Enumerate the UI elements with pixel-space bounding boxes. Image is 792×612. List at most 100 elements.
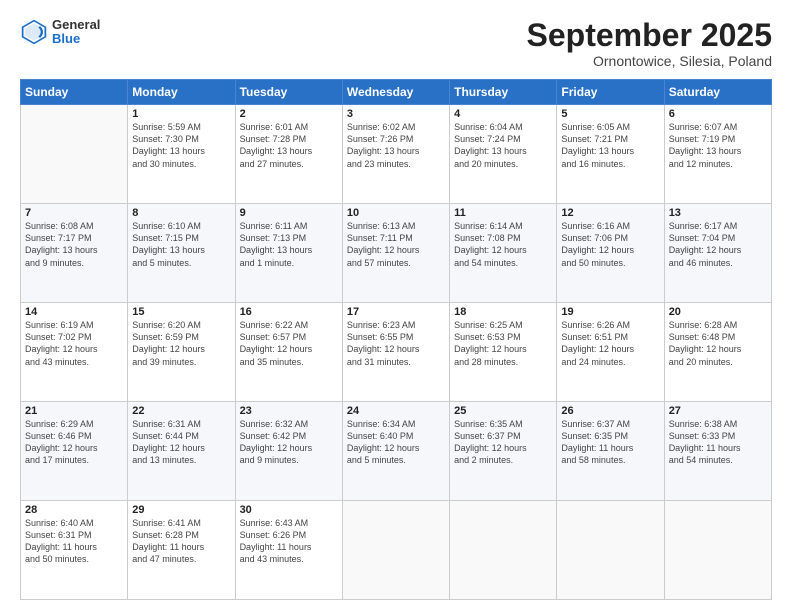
calendar-cell: 30Sunrise: 6:43 AM Sunset: 6:26 PM Dayli… <box>235 501 342 600</box>
day-info: Sunrise: 6:41 AM Sunset: 6:28 PM Dayligh… <box>132 517 230 566</box>
day-info: Sunrise: 6:14 AM Sunset: 7:08 PM Dayligh… <box>454 220 552 269</box>
day-number: 9 <box>240 207 338 219</box>
day-number: 27 <box>669 405 767 417</box>
calendar-cell: 28Sunrise: 6:40 AM Sunset: 6:31 PM Dayli… <box>21 501 128 600</box>
weekday-header: Monday <box>128 80 235 105</box>
day-info: Sunrise: 6:29 AM Sunset: 6:46 PM Dayligh… <box>25 418 123 467</box>
calendar-cell: 16Sunrise: 6:22 AM Sunset: 6:57 PM Dayli… <box>235 303 342 402</box>
day-info: Sunrise: 6:37 AM Sunset: 6:35 PM Dayligh… <box>561 418 659 467</box>
calendar-week-row: 14Sunrise: 6:19 AM Sunset: 7:02 PM Dayli… <box>21 303 772 402</box>
calendar-cell: 4Sunrise: 6:04 AM Sunset: 7:24 PM Daylig… <box>450 105 557 204</box>
header: General Blue September 2025 Ornontowice,… <box>20 18 772 69</box>
day-info: Sunrise: 6:10 AM Sunset: 7:15 PM Dayligh… <box>132 220 230 269</box>
calendar-cell: 13Sunrise: 6:17 AM Sunset: 7:04 PM Dayli… <box>664 204 771 303</box>
day-number: 21 <box>25 405 123 417</box>
calendar-cell <box>342 501 449 600</box>
day-number: 13 <box>669 207 767 219</box>
day-info: Sunrise: 6:16 AM Sunset: 7:06 PM Dayligh… <box>561 220 659 269</box>
day-number: 12 <box>561 207 659 219</box>
day-number: 10 <box>347 207 445 219</box>
weekday-header: Tuesday <box>235 80 342 105</box>
day-number: 2 <box>240 108 338 120</box>
calendar-week-row: 7Sunrise: 6:08 AM Sunset: 7:17 PM Daylig… <box>21 204 772 303</box>
calendar-cell <box>21 105 128 204</box>
day-info: Sunrise: 6:35 AM Sunset: 6:37 PM Dayligh… <box>454 418 552 467</box>
day-info: Sunrise: 6:28 AM Sunset: 6:48 PM Dayligh… <box>669 319 767 368</box>
day-number: 3 <box>347 108 445 120</box>
location: Ornontowice, Silesia, Poland <box>527 53 772 69</box>
day-info: Sunrise: 6:22 AM Sunset: 6:57 PM Dayligh… <box>240 319 338 368</box>
day-number: 6 <box>669 108 767 120</box>
month-title: September 2025 <box>527 18 772 53</box>
day-info: Sunrise: 6:19 AM Sunset: 7:02 PM Dayligh… <box>25 319 123 368</box>
day-number: 30 <box>240 504 338 516</box>
calendar-cell: 11Sunrise: 6:14 AM Sunset: 7:08 PM Dayli… <box>450 204 557 303</box>
day-number: 7 <box>25 207 123 219</box>
day-info: Sunrise: 6:04 AM Sunset: 7:24 PM Dayligh… <box>454 121 552 170</box>
day-info: Sunrise: 6:11 AM Sunset: 7:13 PM Dayligh… <box>240 220 338 269</box>
day-info: Sunrise: 5:59 AM Sunset: 7:30 PM Dayligh… <box>132 121 230 170</box>
day-number: 4 <box>454 108 552 120</box>
day-number: 17 <box>347 306 445 318</box>
calendar-cell <box>450 501 557 600</box>
calendar-cell <box>557 501 664 600</box>
day-number: 29 <box>132 504 230 516</box>
day-info: Sunrise: 6:02 AM Sunset: 7:26 PM Dayligh… <box>347 121 445 170</box>
day-info: Sunrise: 6:20 AM Sunset: 6:59 PM Dayligh… <box>132 319 230 368</box>
calendar-cell: 2Sunrise: 6:01 AM Sunset: 7:28 PM Daylig… <box>235 105 342 204</box>
day-info: Sunrise: 6:26 AM Sunset: 6:51 PM Dayligh… <box>561 319 659 368</box>
weekday-header: Friday <box>557 80 664 105</box>
calendar-cell: 19Sunrise: 6:26 AM Sunset: 6:51 PM Dayli… <box>557 303 664 402</box>
day-info: Sunrise: 6:40 AM Sunset: 6:31 PM Dayligh… <box>25 517 123 566</box>
calendar-cell: 14Sunrise: 6:19 AM Sunset: 7:02 PM Dayli… <box>21 303 128 402</box>
calendar-cell: 5Sunrise: 6:05 AM Sunset: 7:21 PM Daylig… <box>557 105 664 204</box>
calendar-cell: 3Sunrise: 6:02 AM Sunset: 7:26 PM Daylig… <box>342 105 449 204</box>
calendar-cell: 29Sunrise: 6:41 AM Sunset: 6:28 PM Dayli… <box>128 501 235 600</box>
day-number: 20 <box>669 306 767 318</box>
day-number: 18 <box>454 306 552 318</box>
calendar-cell: 1Sunrise: 5:59 AM Sunset: 7:30 PM Daylig… <box>128 105 235 204</box>
calendar-cell: 17Sunrise: 6:23 AM Sunset: 6:55 PM Dayli… <box>342 303 449 402</box>
logo-general-text: General <box>52 18 100 32</box>
day-info: Sunrise: 6:07 AM Sunset: 7:19 PM Dayligh… <box>669 121 767 170</box>
day-number: 26 <box>561 405 659 417</box>
day-info: Sunrise: 6:38 AM Sunset: 6:33 PM Dayligh… <box>669 418 767 467</box>
calendar-cell: 20Sunrise: 6:28 AM Sunset: 6:48 PM Dayli… <box>664 303 771 402</box>
day-number: 5 <box>561 108 659 120</box>
logo-text: General Blue <box>52 18 100 47</box>
weekday-header: Thursday <box>450 80 557 105</box>
day-info: Sunrise: 6:08 AM Sunset: 7:17 PM Dayligh… <box>25 220 123 269</box>
day-info: Sunrise: 6:31 AM Sunset: 6:44 PM Dayligh… <box>132 418 230 467</box>
calendar-cell: 12Sunrise: 6:16 AM Sunset: 7:06 PM Dayli… <box>557 204 664 303</box>
day-info: Sunrise: 6:23 AM Sunset: 6:55 PM Dayligh… <box>347 319 445 368</box>
calendar-cell: 6Sunrise: 6:07 AM Sunset: 7:19 PM Daylig… <box>664 105 771 204</box>
day-info: Sunrise: 6:01 AM Sunset: 7:28 PM Dayligh… <box>240 121 338 170</box>
day-number: 1 <box>132 108 230 120</box>
calendar-cell: 8Sunrise: 6:10 AM Sunset: 7:15 PM Daylig… <box>128 204 235 303</box>
calendar-cell: 7Sunrise: 6:08 AM Sunset: 7:17 PM Daylig… <box>21 204 128 303</box>
weekday-header: Saturday <box>664 80 771 105</box>
calendar-header-row: SundayMondayTuesdayWednesdayThursdayFrid… <box>21 80 772 105</box>
calendar-cell: 25Sunrise: 6:35 AM Sunset: 6:37 PM Dayli… <box>450 402 557 501</box>
logo-blue-text: Blue <box>52 32 100 46</box>
calendar-cell <box>664 501 771 600</box>
calendar-cell: 22Sunrise: 6:31 AM Sunset: 6:44 PM Dayli… <box>128 402 235 501</box>
day-number: 28 <box>25 504 123 516</box>
day-number: 24 <box>347 405 445 417</box>
day-number: 25 <box>454 405 552 417</box>
title-block: September 2025 Ornontowice, Silesia, Pol… <box>527 18 772 69</box>
day-number: 11 <box>454 207 552 219</box>
day-info: Sunrise: 6:17 AM Sunset: 7:04 PM Dayligh… <box>669 220 767 269</box>
day-info: Sunrise: 6:32 AM Sunset: 6:42 PM Dayligh… <box>240 418 338 467</box>
day-number: 16 <box>240 306 338 318</box>
day-info: Sunrise: 6:34 AM Sunset: 6:40 PM Dayligh… <box>347 418 445 467</box>
calendar-cell: 23Sunrise: 6:32 AM Sunset: 6:42 PM Dayli… <box>235 402 342 501</box>
day-number: 22 <box>132 405 230 417</box>
logo: General Blue <box>20 18 100 47</box>
calendar-week-row: 28Sunrise: 6:40 AM Sunset: 6:31 PM Dayli… <box>21 501 772 600</box>
logo-icon <box>20 18 48 46</box>
calendar-cell: 27Sunrise: 6:38 AM Sunset: 6:33 PM Dayli… <box>664 402 771 501</box>
weekday-header: Wednesday <box>342 80 449 105</box>
calendar-week-row: 21Sunrise: 6:29 AM Sunset: 6:46 PM Dayli… <box>21 402 772 501</box>
calendar-week-row: 1Sunrise: 5:59 AM Sunset: 7:30 PM Daylig… <box>21 105 772 204</box>
